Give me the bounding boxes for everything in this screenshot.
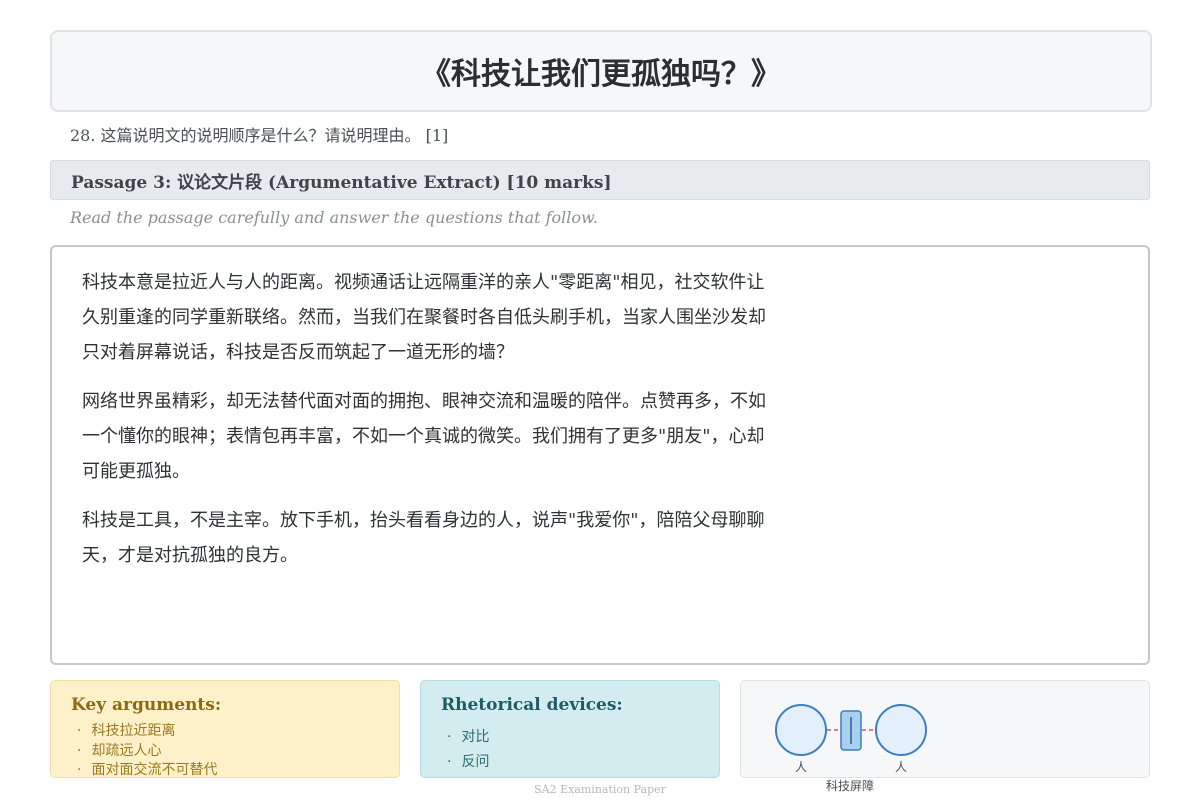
- title-box: 《科技让我们更孤独吗？》: [50, 30, 1152, 112]
- footer: SA2 Examination Paper: [534, 783, 666, 796]
- key-argument-text: 却疏远人心: [91, 742, 162, 759]
- passage-box: 科技本意是拉近人与人的距离。视频通话让远隔重洋的亲人"零距离"相见，社交软件让久…: [50, 245, 1150, 665]
- key-arguments-list: · 科技拉近距离 · 却疏远人心 · 面对面交流不可替代: [77, 722, 217, 781]
- key-arguments-card: Key arguments: · 科技拉近距离 · 却疏远人心 · 面对面交流不可替代: [50, 680, 400, 778]
- list-item: · 却疏远人心: [77, 742, 217, 762]
- person-right-circle: [875, 704, 927, 756]
- passage-header: Passage 3: 议论文片段 (Argumentative Extract)…: [71, 172, 612, 193]
- passage-header-bar: Passage 3: 议论文片段 (Argumentative Extract)…: [50, 160, 1150, 200]
- rhetorical-devices-heading: Rhetorical devices:: [441, 695, 623, 715]
- barrier-diagram: 人 人: [775, 704, 927, 774]
- rhetorical-device-text: 对比: [461, 729, 490, 745]
- person-left-label: 人: [795, 760, 807, 774]
- bullet-icon: ·: [77, 742, 82, 759]
- figure-card: 人 人: [740, 680, 1150, 778]
- list-item: · 反问: [447, 750, 489, 775]
- rhetorical-devices-card: Rhetorical devices: · 对比 · 反问: [420, 680, 720, 778]
- instruction-text: Read the passage carefully and answer th…: [70, 208, 598, 227]
- bullet-icon: ·: [77, 762, 82, 778]
- question-28: 28. 这篇说明文的说明顺序是什么？请说明理由。 [1]: [70, 126, 449, 145]
- passage-text: 科技本意是拉近人与人的距离。视频通话让远隔重洋的亲人"零距离"相见，社交软件让久…: [82, 265, 782, 587]
- list-item: · 科技拉近距离: [77, 722, 217, 742]
- page-title: 《科技让我们更孤独吗？》: [421, 57, 781, 92]
- rhetorical-device-text: 反问: [461, 754, 490, 770]
- passage-paragraph-1: 科技本意是拉近人与人的距离。视频通话让远隔重洋的亲人"零距离"相见，社交软件让久…: [82, 272, 766, 363]
- key-arguments-heading: Key arguments:: [71, 695, 222, 715]
- bullet-icon: ·: [77, 723, 82, 739]
- person-right-label: 人: [895, 760, 907, 774]
- bullet-icon: ·: [447, 729, 452, 745]
- list-item: · 对比: [447, 725, 489, 750]
- rhetorical-devices-list: · 对比 · 反问: [447, 725, 489, 775]
- key-argument-text: 科技拉近距离: [91, 723, 176, 739]
- passage-paragraph-2: 网络世界虽精彩，却无法替代面对面的拥抱、眼神交流和温暖的陪伴。点赞再多，不如一个…: [82, 391, 766, 482]
- bullet-icon: ·: [447, 754, 452, 770]
- list-item: · 面对面交流不可替代: [77, 761, 217, 781]
- passage-paragraph-3: 科技是工具，不是主宰。放下手机，抬头看看身边的人，说声"我爱你"，陪陪父母聊聊天…: [82, 510, 765, 566]
- person-left-circle: [775, 704, 827, 756]
- key-argument-text: 面对面交流不可替代: [91, 762, 218, 778]
